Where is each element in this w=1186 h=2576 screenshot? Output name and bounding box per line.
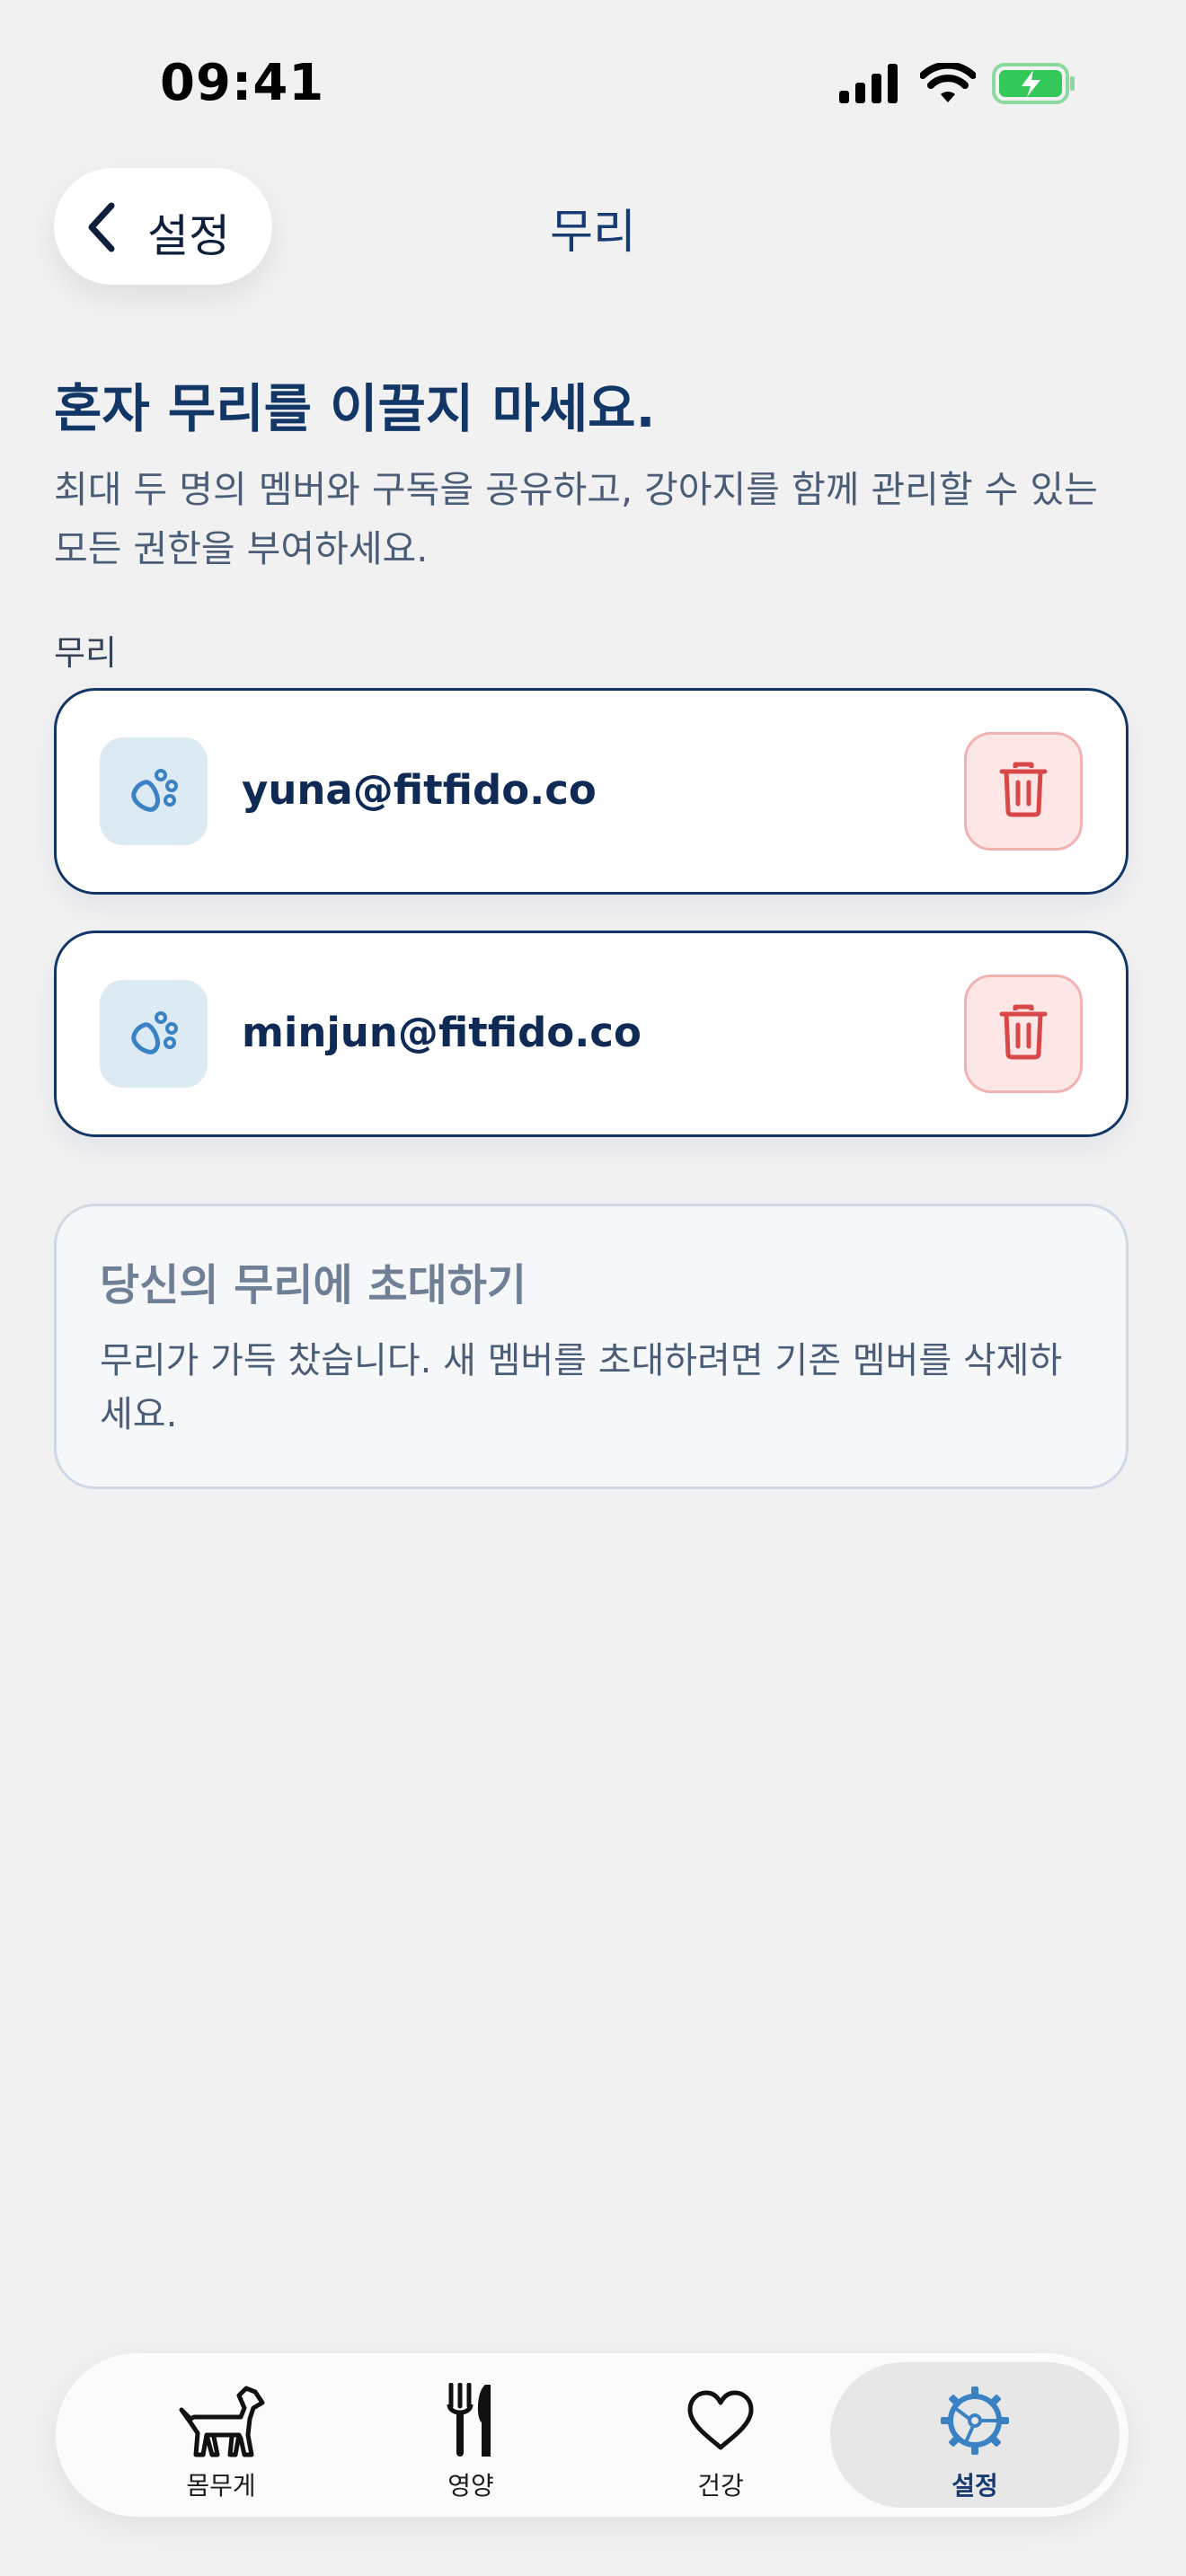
tab-settings[interactable]: 설정 xyxy=(830,2362,1120,2508)
tab-health[interactable]: 건강 xyxy=(595,2362,846,2508)
member-card: minjun@fitfido.co xyxy=(54,931,1128,1137)
status-bar: 09:41 xyxy=(0,0,1186,171)
tab-label: 영양 xyxy=(447,2471,494,2501)
status-time: 09:41 xyxy=(160,54,325,112)
trash-icon xyxy=(998,761,1049,822)
invite-title: 당신의 무리에 초대하기 xyxy=(100,1260,527,1310)
status-icons xyxy=(839,61,1076,108)
tab-bar: 몸무게 영양 건강 설정 xyxy=(56,2353,1128,2517)
paw-icon xyxy=(100,737,208,845)
dog-icon xyxy=(176,2380,266,2461)
battery-charging-icon xyxy=(992,63,1076,108)
gear-icon xyxy=(939,2380,1011,2461)
invite-full-message: 무리가 가득 찼습니다. 새 멤버를 초대하려면 기존 멤버를 삭제하세요. xyxy=(100,1340,1063,1435)
paw-icon xyxy=(100,980,208,1088)
cellular-signal-icon xyxy=(839,64,900,107)
member-email: yuna@fitfido.co xyxy=(242,766,597,814)
headline: 혼자 무리를 이끌지 마세요. xyxy=(54,378,656,439)
tab-label: 건강 xyxy=(697,2471,744,2501)
squad-screen: 09:41 설정 무리 혼자 무리를 이끌지 마세요. 최대 두 명의 멤버와 … xyxy=(0,0,1186,2576)
tab-label: 몸무게 xyxy=(186,2471,256,2501)
wifi-icon xyxy=(919,61,977,108)
members-section-label: 무리 xyxy=(54,633,117,673)
page-title: 무리 xyxy=(550,206,636,260)
invite-card: 당신의 무리에 초대하기 무리가 가득 찼습니다. 새 멤버를 초대하려면 기존… xyxy=(54,1204,1128,1489)
heart-icon xyxy=(686,2380,755,2461)
trash-icon xyxy=(998,1003,1049,1064)
tab-label: 설정 xyxy=(951,2471,998,2501)
delete-member-button[interactable] xyxy=(964,975,1083,1093)
member-email: minjun@fitfido.co xyxy=(242,1009,642,1056)
intro-description: 최대 두 명의 멤버와 구독을 공유하고, 강아지를 함께 관리할 수 있는 모… xyxy=(54,468,1098,570)
fork-knife-icon xyxy=(446,2380,496,2461)
member-card: yuna@fitfido.co xyxy=(54,688,1128,895)
tab-weight[interactable]: 몸무게 xyxy=(95,2362,347,2508)
tab-nutrition[interactable]: 영양 xyxy=(345,2362,597,2508)
delete-member-button[interactable] xyxy=(964,732,1083,851)
